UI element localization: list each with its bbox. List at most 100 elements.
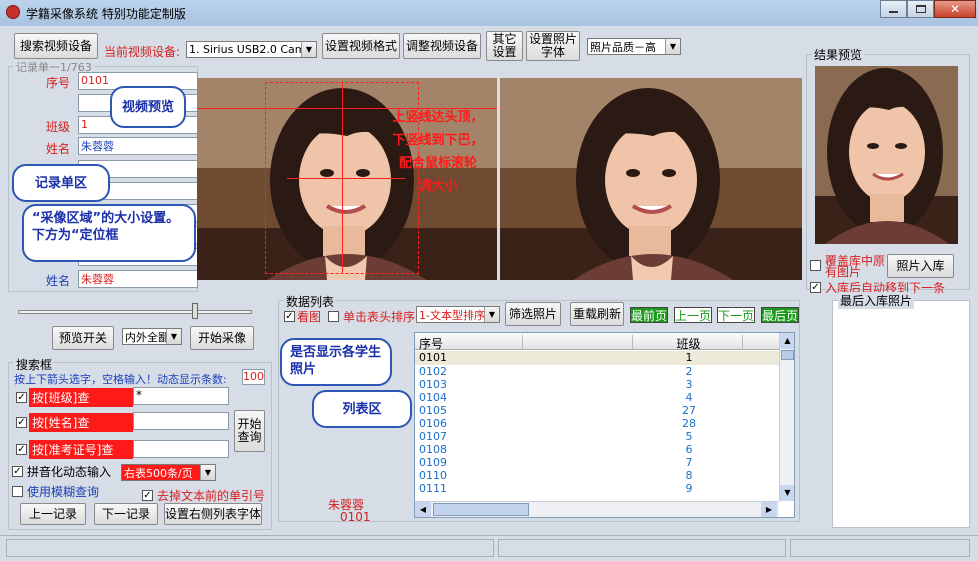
checkbox-box[interactable] — [810, 260, 821, 271]
vertical-scrollbar[interactable]: ▲ ▼ — [779, 333, 794, 501]
preview-toggle-button[interactable]: 预览开关 — [52, 326, 114, 350]
guide-hint-text: 上竖线达头顶， 下竖线到下巴， 配合鼠标滚轮 调大小 — [392, 110, 484, 194]
checkbox-box[interactable]: ✓ — [142, 490, 153, 501]
table-row[interactable]: 0110 8 — [415, 469, 779, 482]
table-row[interactable]: 0105 27 — [415, 404, 779, 417]
checkbox-box[interactable]: ✓ — [810, 282, 821, 293]
scroll-up-icon[interactable]: ▲ — [780, 333, 794, 349]
table-row[interactable]: 0108 6 — [415, 443, 779, 456]
click-sort-checkbox[interactable]: 单击表头排序 — [328, 308, 415, 325]
class-query-label: 按[班级]查 — [29, 388, 133, 407]
mode-select[interactable]: 内外全鄙 ▼ — [122, 328, 182, 345]
checkbox-box[interactable]: ✓ — [16, 444, 27, 455]
checkbox-box[interactable] — [12, 486, 23, 497]
checkbox-box[interactable]: ✓ — [16, 392, 27, 403]
overwrite-checkbox[interactable]: 覆盖库中原有图片 — [810, 254, 889, 279]
scroll-down-icon[interactable]: ▼ — [780, 485, 794, 501]
status-pane-1 — [6, 539, 494, 557]
column-header-extra[interactable] — [745, 335, 779, 349]
slider-thumb[interactable] — [192, 303, 198, 319]
record-area-callout: 记录单区 — [12, 164, 110, 202]
name-field[interactable]: 朱蓉蓉 — [78, 137, 198, 155]
chevron-down-icon: ▼ — [484, 307, 499, 322]
status-pane-2 — [498, 539, 786, 557]
checkbox-box[interactable]: ✓ — [284, 311, 295, 322]
current-device-label: 当前视频设备: — [104, 45, 181, 59]
list-area-callout: 列表区 — [312, 390, 412, 428]
scroll-right-icon[interactable]: ▶ — [761, 502, 777, 517]
table-header: 序号 班级 — [415, 333, 779, 351]
horizontal-scrollbar[interactable]: ◀ ▶ — [415, 501, 779, 517]
checkbox-box[interactable] — [328, 311, 339, 322]
scroll-thumb[interactable] — [781, 350, 794, 360]
display-count-field[interactable]: 100 — [242, 369, 265, 385]
name-query-label: 按[姓名]查 — [29, 413, 133, 432]
reload-button[interactable]: 重载刷新 — [570, 302, 624, 326]
data-table[interactable]: 序号 班级 0101 1 0102 2 0103 3 0104 4 0105 27 010… — [414, 332, 795, 518]
slider-track[interactable] — [18, 310, 252, 314]
minimize-button[interactable] — [880, 0, 907, 18]
column-header-class[interactable]: 班级 — [635, 335, 743, 351]
last-page-button[interactable]: 最后页 — [761, 307, 799, 323]
sort-type-select[interactable]: 1-文本型排序 ▼ — [416, 306, 500, 323]
column-header-blank[interactable] — [525, 335, 633, 349]
scroll-thumb[interactable] — [433, 503, 529, 516]
view-photo-label: 看图 — [297, 310, 322, 324]
photo-font-button[interactable]: 设置照片 字体 — [526, 31, 580, 61]
name-query-input[interactable] — [133, 412, 229, 430]
per-page-select[interactable]: 右表500条/页 ▼ — [121, 464, 216, 481]
table-row[interactable]: 0107 5 — [415, 430, 779, 443]
pinyin-checkbox[interactable]: ✓ 拼音化动态输入 — [12, 463, 111, 480]
table-row[interactable]: 0101 1 — [415, 351, 779, 365]
save-photo-button[interactable]: 照片入库 — [887, 254, 954, 278]
prev-page-button[interactable]: 上一页 — [674, 307, 712, 323]
fuzzy-label: 使用模糊查询 — [27, 485, 100, 499]
click-sort-label: 单击表头排序 — [343, 310, 416, 324]
table-row[interactable]: 0106 28 — [415, 417, 779, 430]
first-page-button[interactable]: 最前页 — [630, 307, 668, 323]
column-header-id[interactable]: 序号 — [419, 335, 523, 351]
video-preview[interactable]: 上竖线达头顶， 下竖线到下巴， 配合鼠标滚轮 调大小 — [197, 78, 497, 280]
set-video-format-button[interactable]: 设置视频格式 — [322, 33, 400, 59]
table-row[interactable]: 0109 7 — [415, 456, 779, 469]
search-device-button[interactable]: 搜索视频设备 — [14, 33, 98, 59]
list-font-button[interactable]: 设置右侧列表字体 — [164, 503, 262, 525]
video-preview-callout: 视频预览 — [110, 86, 186, 128]
status-pane-3 — [790, 539, 970, 557]
fuzzy-checkbox[interactable]: 使用模糊查询 — [12, 483, 99, 500]
maximize-button[interactable] — [907, 0, 934, 18]
adjust-video-device-button[interactable]: 调整视频设备 — [403, 33, 481, 59]
table-row[interactable]: 0104 4 — [415, 391, 779, 404]
other-settings-button[interactable]: 其它 设置 — [486, 31, 523, 61]
overwrite-label: 覆盖库中原有图片 — [825, 254, 886, 279]
view-photo-checkbox[interactable]: ✓ 看图 — [284, 308, 321, 325]
app-icon — [6, 5, 20, 19]
search-hint: 按上下箭头选字，空格输入！动态显示条数: — [14, 373, 227, 386]
table-row[interactable]: 0111 9 — [415, 482, 779, 495]
close-icon: ✕ — [949, 2, 961, 16]
class-query-row[interactable]: ✓ 按[班级]查 — [16, 388, 133, 407]
field-label-seq: 序号 — [46, 76, 71, 90]
next-record-button[interactable]: 下一记录 — [94, 503, 158, 525]
remove-prefix-checkbox[interactable]: ✓ 去掉文本前的单引号 — [142, 487, 265, 504]
table-row[interactable]: 0102 2 — [415, 365, 779, 378]
scroll-left-icon[interactable]: ◀ — [415, 502, 431, 517]
filter-photos-button[interactable]: 筛选照片 — [505, 302, 561, 326]
close-button[interactable]: ✕ — [934, 0, 976, 18]
name-query-row[interactable]: ✓ 按[姓名]查 — [16, 413, 133, 432]
class-query-input[interactable]: * — [133, 387, 229, 405]
prev-record-button[interactable]: 上一记录 — [20, 503, 86, 525]
name-field-2[interactable]: 朱蓉蓉 — [78, 270, 198, 288]
table-row[interactable]: 0103 3 — [415, 378, 779, 391]
checkbox-box[interactable]: ✓ — [12, 466, 23, 477]
device-select[interactable]: 1. Sirius USB2.0 Cam ▼ — [186, 41, 317, 58]
chevron-down-icon: ▼ — [166, 329, 181, 344]
exam-id-query-input[interactable] — [133, 440, 229, 458]
photo-quality-select[interactable]: 照片品质－高 ▼ — [587, 38, 681, 55]
exam-id-query-row[interactable]: ✓ 按[准考证号]查 — [16, 440, 133, 459]
start-capture-button[interactable]: 开始采像 — [190, 326, 254, 350]
next-page-button[interactable]: 下一页 — [717, 307, 755, 323]
start-query-button[interactable]: 开始 查询 — [234, 410, 265, 452]
chevron-down-icon: ▼ — [200, 465, 215, 480]
checkbox-box[interactable]: ✓ — [16, 417, 27, 428]
